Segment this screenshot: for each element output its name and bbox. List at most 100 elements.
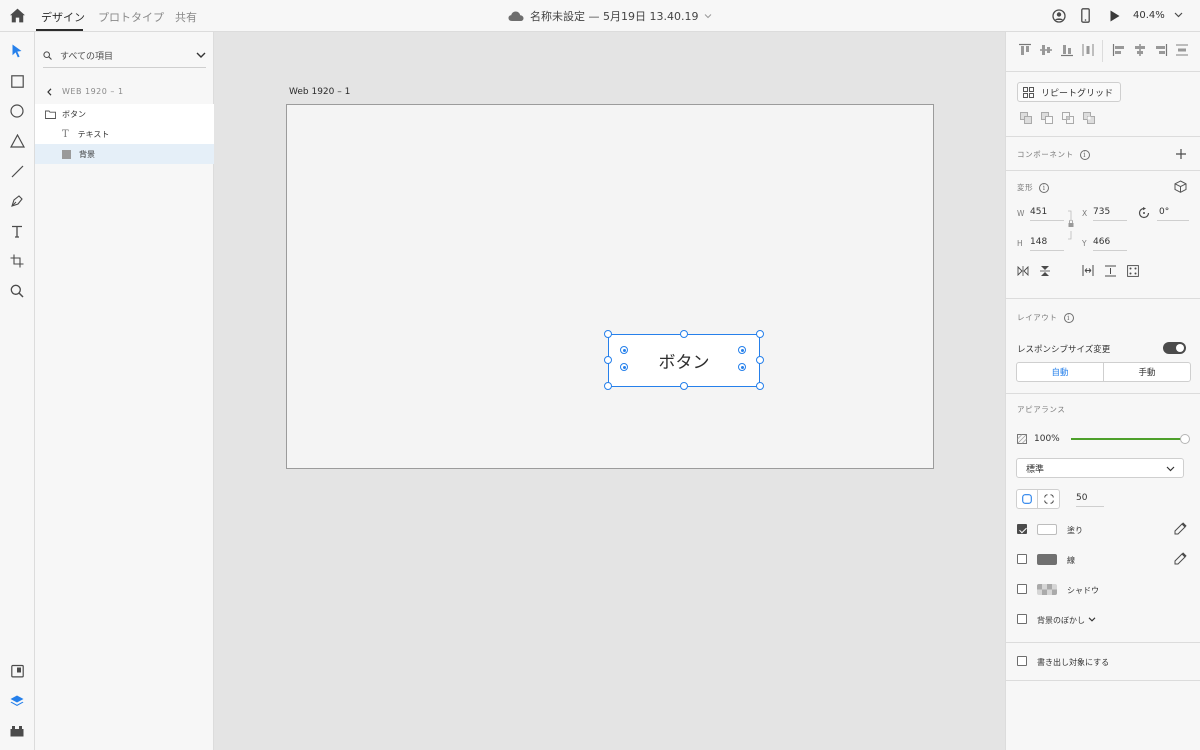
add-component-icon[interactable] [1176,149,1186,159]
text-tool[interactable] [8,222,26,240]
resize-handle-bottom-left[interactable] [604,382,612,390]
rotate-icon[interactable] [1138,207,1150,219]
opacity-value[interactable]: 100% [1034,434,1060,444]
resize-handle-top-left[interactable] [604,330,612,338]
eyedropper-icon[interactable] [1173,522,1187,536]
x-field[interactable]: 735 [1093,205,1127,221]
button-text[interactable]: ボタン [608,334,760,387]
user-account-icon[interactable] [1052,9,1066,23]
fill-color-swatch[interactable] [1037,524,1057,535]
home-icon[interactable] [9,7,26,24]
canvas[interactable]: Web 1920 – 1 ボタン [214,32,1005,750]
height-field[interactable]: 148 [1030,235,1064,251]
breadcrumb[interactable]: WEB 1920 – 1 [47,87,124,96]
chevron-down-icon[interactable] [196,52,206,59]
zoom-chevron-down-icon[interactable] [1174,12,1183,18]
flip-vertical-icon[interactable] [1040,265,1050,277]
line-tool[interactable] [8,162,26,180]
mark-for-export-checkbox[interactable] [1017,656,1027,666]
align-bottom-icon[interactable] [1060,43,1074,57]
resize-handle-bottom-right[interactable] [756,382,764,390]
layer-search[interactable]: すべての項目 [43,44,206,68]
align-middle-icon[interactable] [1039,43,1053,57]
corner-mode-toggle[interactable] [1016,489,1060,509]
boolean-intersect-icon[interactable] [1062,112,1074,124]
artboard[interactable]: ボタン [286,104,934,469]
fixed-width-icon[interactable] [1082,265,1094,276]
layer-item-rectangle[interactable]: 背景 [35,144,214,164]
3d-transform-icon[interactable] [1174,180,1187,193]
blend-mode-select[interactable]: 標準 [1016,458,1184,478]
stroke-checkbox[interactable] [1017,554,1027,564]
document-title-area[interactable]: 名称未設定 — 5月19日 13.40.19 [508,8,712,24]
play-icon[interactable] [1110,10,1120,22]
resize-handle-bottom[interactable] [680,382,688,390]
segment-auto[interactable]: 自動 [1017,363,1104,381]
fill-checkbox[interactable] [1017,524,1027,534]
layer-item-group[interactable]: ボタン [35,104,214,124]
responsive-mode-segmented[interactable]: 自動 手動 [1016,362,1191,382]
resize-handle-left[interactable] [604,356,612,364]
flip-horizontal-icon[interactable] [1017,266,1029,276]
shadow-swatch[interactable] [1037,584,1057,595]
divider [1102,40,1103,62]
eyedropper-icon[interactable] [1173,552,1187,566]
background-blur-checkbox[interactable] [1017,614,1027,624]
align-left-icon[interactable] [1112,43,1126,57]
boolean-add-icon[interactable] [1020,112,1032,124]
uniform-corners-button[interactable] [1017,490,1039,508]
artboard-tool[interactable] [8,252,26,270]
info-icon[interactable]: i [1063,312,1074,323]
mark-for-export-label: 書き出し対象にする [1037,658,1110,667]
opacity-slider-track[interactable] [1071,438,1185,440]
distribute-horizontal-icon[interactable] [1081,43,1095,57]
fixed-height-icon[interactable] [1105,265,1116,277]
align-right-icon[interactable] [1154,43,1168,57]
layers-panel-button[interactable] [8,692,26,710]
lock-aspect-icon[interactable] [1066,210,1076,240]
repeat-grid-button[interactable]: リピートグリッド [1017,82,1121,102]
zoom-level[interactable]: 40.4% [1133,10,1165,21]
shadow-checkbox[interactable] [1017,584,1027,594]
align-top-icon[interactable] [1018,43,1032,57]
boolean-subtract-icon[interactable] [1041,112,1053,124]
stroke-color-swatch[interactable] [1037,554,1057,565]
y-field[interactable]: 466 [1093,235,1127,251]
tab-prototype[interactable]: プロトタイプ [98,9,164,25]
search-input[interactable]: すべての項目 [60,49,113,62]
zoom-tool[interactable] [8,282,26,300]
layer-item-text[interactable]: T テキスト [35,124,214,144]
artboard-label[interactable]: Web 1920 – 1 [289,87,350,97]
ellipse-tool[interactable] [8,102,26,120]
tab-design[interactable]: デザイン [41,9,85,25]
rectangle-tool[interactable] [8,72,26,90]
corner-radius-field[interactable]: 50 [1076,491,1104,507]
distribute-vertical-icon[interactable] [1175,43,1189,57]
resize-handle-right[interactable] [756,356,764,364]
plugins-panel-button[interactable] [8,722,26,740]
segment-manual[interactable]: 手動 [1104,363,1190,381]
tab-share[interactable]: 共有 [175,9,197,25]
width-field[interactable]: 451 [1030,205,1064,221]
opacity-slider-handle[interactable] [1180,434,1190,444]
resize-handle-top[interactable] [680,330,688,338]
corner-radius-handle[interactable] [738,346,746,354]
corner-radius-handle[interactable] [738,363,746,371]
rotation-field[interactable]: 0° [1157,205,1189,221]
info-icon[interactable]: i [1039,182,1050,193]
resize-handle-top-right[interactable] [756,330,764,338]
pen-tool[interactable] [8,192,26,210]
responsive-resize-toggle[interactable] [1163,342,1186,354]
pin-edges-icon[interactable] [1127,265,1139,277]
select-tool[interactable] [8,42,26,60]
info-icon[interactable]: i [1079,149,1090,160]
polygon-tool[interactable] [8,132,26,150]
boolean-exclude-icon[interactable] [1083,112,1095,124]
mobile-preview-icon[interactable] [1081,8,1090,23]
chevron-down-icon[interactable] [1088,617,1096,622]
assets-panel-button[interactable] [8,662,26,680]
per-corner-button[interactable] [1038,490,1059,508]
corner-radius-handle[interactable] [620,363,628,371]
align-center-icon[interactable] [1133,43,1147,57]
corner-radius-handle[interactable] [620,346,628,354]
